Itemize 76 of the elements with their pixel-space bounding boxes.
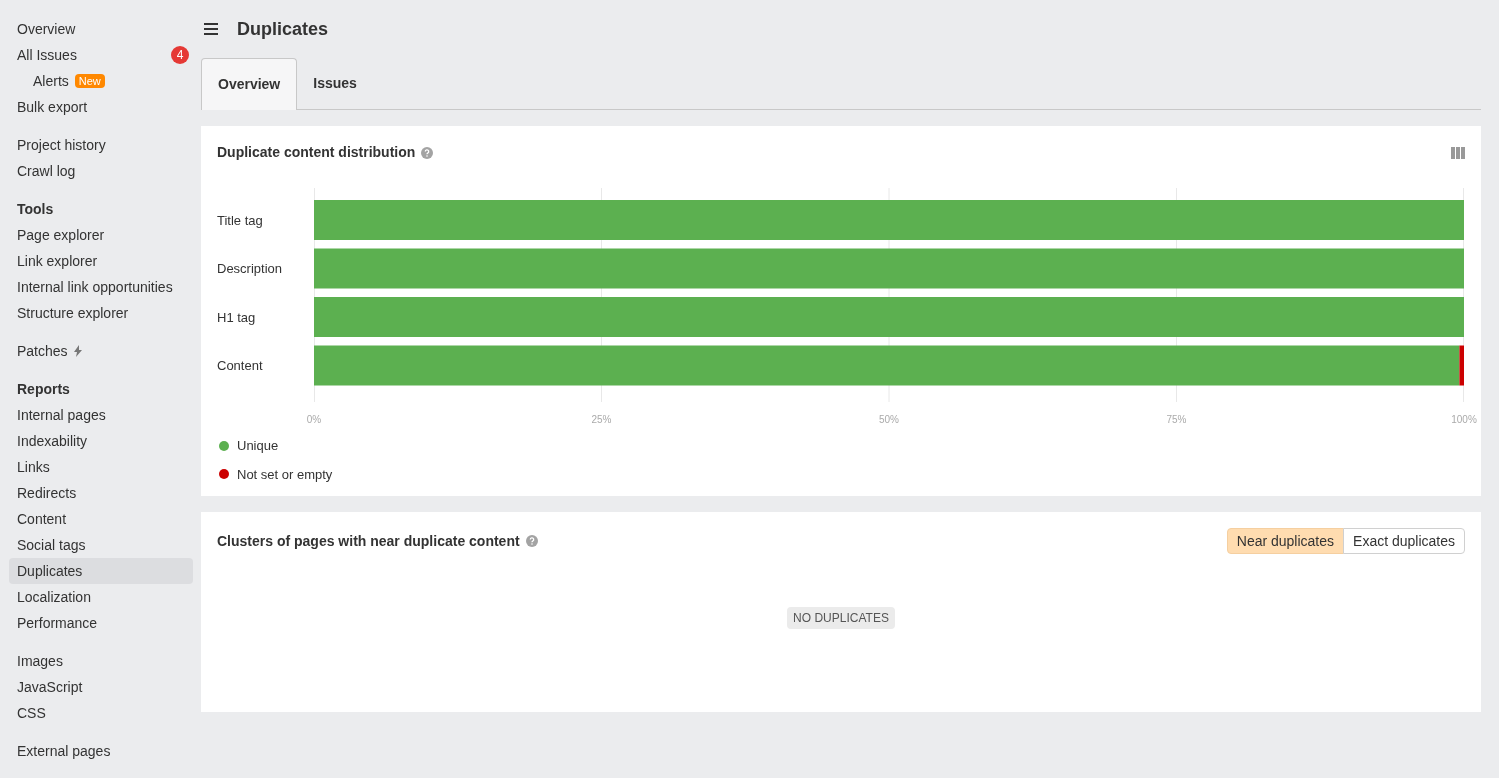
sidebar-label: Link explorer bbox=[17, 251, 98, 271]
sidebar-item[interactable]: Project history bbox=[9, 132, 193, 158]
sidebar-label: JavaScript bbox=[17, 677, 83, 697]
sidebar-item[interactable]: Links bbox=[9, 454, 193, 480]
legend-label: Not set or empty bbox=[237, 465, 333, 484]
sidebar-item[interactable]: Internal pages bbox=[9, 402, 193, 428]
page-title: Duplicates bbox=[237, 17, 329, 41]
sidebar-item[interactable]: Bulk export bbox=[9, 94, 193, 120]
sidebar-label: Content bbox=[17, 509, 67, 529]
category-label: Title tag bbox=[217, 211, 263, 230]
sidebar-label: Structure explorer bbox=[17, 303, 129, 323]
category-label: Description bbox=[217, 260, 283, 278]
category-label: Content bbox=[217, 357, 263, 375]
sidebar-item[interactable]: Redirects bbox=[9, 480, 193, 506]
sidebar-label: Crawl log bbox=[17, 161, 76, 181]
sidebar-label: Alerts bbox=[33, 71, 69, 91]
tick-label: 75% bbox=[1166, 413, 1187, 427]
sidebar-label: Links bbox=[17, 457, 50, 477]
sidebar-item[interactable]: Patches bbox=[9, 338, 193, 364]
legend-label: Unique bbox=[237, 437, 279, 455]
sidebar-item[interactable]: CSS bbox=[9, 700, 193, 726]
count-badge: 4 bbox=[171, 46, 189, 64]
sidebar-label: Performance bbox=[17, 613, 98, 633]
sidebar-label: Bulk export bbox=[17, 97, 88, 117]
sidebar-item[interactable]: Crawl log bbox=[9, 158, 193, 184]
sidebar-label: Internal link opportunities bbox=[17, 277, 173, 297]
sidebar-item[interactable]: Structure explorer bbox=[9, 300, 193, 326]
tick-label: 25% bbox=[591, 413, 612, 427]
sidebar-label: CSS bbox=[17, 703, 46, 723]
help-icon[interactable] bbox=[525, 535, 538, 547]
card-title: Clusters of pages with near duplicate content bbox=[217, 531, 520, 551]
sidebar-item[interactable]: Images bbox=[9, 648, 193, 674]
sidebar-label: External pages bbox=[17, 741, 111, 761]
sidebar-label: Overview bbox=[17, 19, 76, 39]
empty-state-label: NO DUPLICATES bbox=[787, 607, 895, 629]
sidebar-item[interactable]: Alerts New bbox=[9, 68, 193, 94]
sidebar-label: Internal pages bbox=[17, 405, 106, 425]
tick-label: 0% bbox=[306, 413, 322, 427]
sidebar-label: Project history bbox=[17, 135, 106, 155]
help-icon[interactable] bbox=[421, 146, 434, 159]
sidebar-item[interactable]: Duplicates bbox=[9, 558, 193, 584]
sidebar-item[interactable]: All Issues 4 bbox=[9, 42, 193, 68]
tick-label: 100% bbox=[1451, 413, 1477, 427]
category-label: H1 tag bbox=[217, 308, 256, 327]
new-tag: New bbox=[74, 74, 105, 88]
sidebar-label: Duplicates bbox=[17, 561, 83, 581]
sidebar-item[interactable]: Internal link opportunities bbox=[9, 274, 193, 300]
section-heading: Tools bbox=[16, 199, 55, 219]
sidebar-label: All Issues bbox=[17, 45, 77, 65]
sidebar-item[interactable]: External pages bbox=[9, 738, 193, 764]
tab[interactable]: Issues bbox=[297, 58, 373, 109]
sidebar-label: Redirects bbox=[17, 483, 77, 503]
sidebar-label: Patches bbox=[17, 341, 68, 361]
sidebar-item[interactable]: Link explorer bbox=[9, 248, 193, 274]
sidebar-item[interactable]: Social tags bbox=[9, 532, 193, 558]
toggle-button[interactable]: Exact duplicates bbox=[1343, 528, 1465, 554]
sidebar-label: Page explorer bbox=[17, 225, 105, 245]
tab[interactable]: Overview bbox=[201, 58, 298, 110]
sidebar-item[interactable]: Indexability bbox=[9, 428, 193, 454]
sidebar-label: Social tags bbox=[17, 535, 86, 555]
sidebar-label: Indexability bbox=[17, 431, 88, 451]
sidebar-item[interactable]: Overview bbox=[9, 16, 193, 42]
sidebar-item[interactable]: JavaScript bbox=[9, 674, 193, 700]
card-title: Duplicate content distribution bbox=[217, 143, 416, 162]
toggle-button[interactable]: Near duplicates bbox=[1226, 528, 1345, 554]
sidebar-label: Localization bbox=[17, 587, 91, 607]
columns-icon[interactable] bbox=[1451, 146, 1465, 159]
menu-icon[interactable] bbox=[204, 23, 218, 35]
section-heading: Reports bbox=[16, 379, 71, 399]
sidebar-item[interactable]: Localization bbox=[9, 584, 193, 610]
sidebar-item[interactable]: Page explorer bbox=[9, 222, 193, 248]
tick-label: 50% bbox=[879, 413, 899, 427]
sidebar-label: Images bbox=[17, 651, 63, 671]
sidebar-item[interactable]: Content bbox=[9, 506, 193, 532]
sidebar-item[interactable]: Performance bbox=[9, 610, 193, 636]
lightning-icon bbox=[73, 345, 82, 357]
